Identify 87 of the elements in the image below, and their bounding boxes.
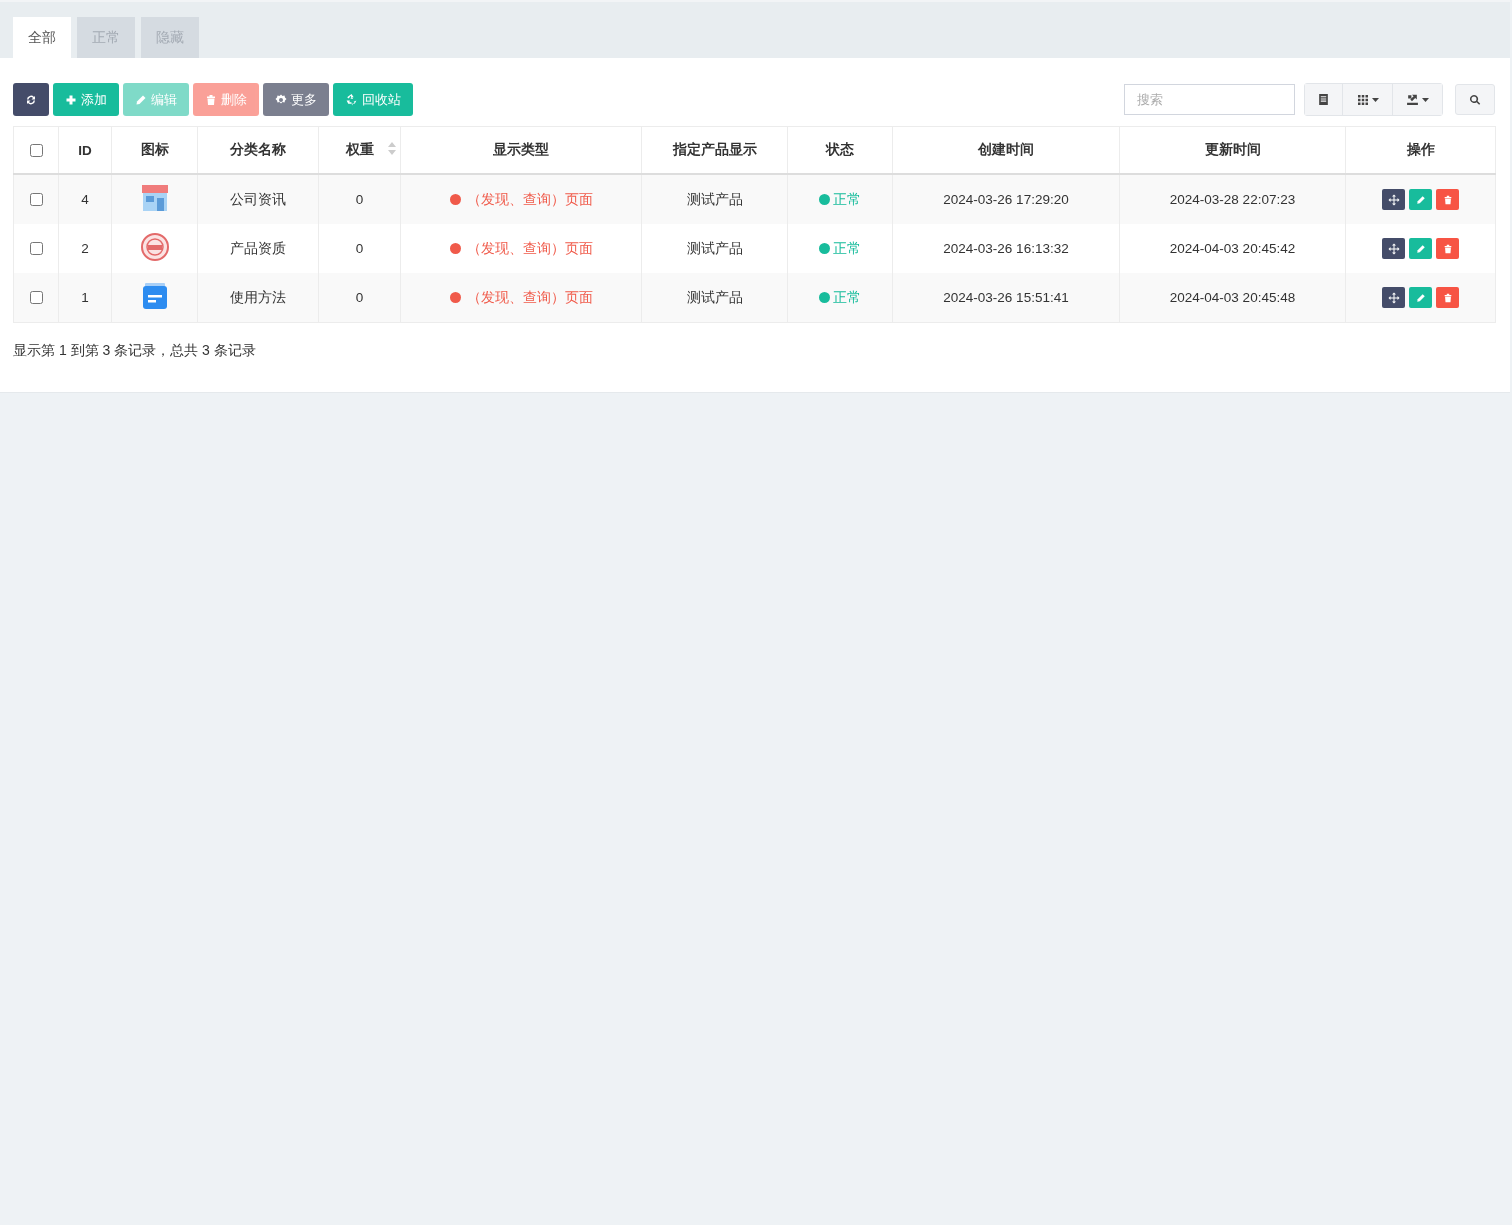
drag-button[interactable] bbox=[1382, 189, 1405, 210]
table-cell: 正常 bbox=[833, 240, 861, 256]
pencil-icon bbox=[1415, 292, 1426, 303]
plus-icon bbox=[65, 93, 77, 106]
column-header[interactable]: 权重 bbox=[345, 142, 374, 157]
status-dot bbox=[449, 291, 461, 303]
table-cell: 正常 bbox=[833, 191, 861, 207]
status-dot bbox=[449, 242, 461, 254]
table-cell: 2024-03-26 17:29:20 bbox=[943, 192, 1069, 207]
column-header: 显示类型 bbox=[493, 142, 549, 157]
pencil-icon bbox=[135, 93, 147, 106]
filter-tab[interactable]: 全部 bbox=[13, 17, 71, 58]
delete-button[interactable] bbox=[1436, 287, 1459, 308]
table-cell: 2024-04-03 20:45:42 bbox=[1169, 241, 1296, 256]
table-cell: 2024-04-03 20:45:48 bbox=[1169, 290, 1296, 305]
column-header: 分类名称 bbox=[230, 142, 286, 157]
move-icon bbox=[1387, 291, 1400, 304]
search-button[interactable] bbox=[1455, 84, 1495, 115]
table-cell: 0 bbox=[355, 290, 364, 305]
stamp-icon bbox=[139, 232, 170, 262]
table-cell: 2 bbox=[81, 241, 89, 256]
table-cell: 测试产品 bbox=[686, 240, 743, 256]
refresh-icon bbox=[25, 93, 37, 106]
edit-button[interactable] bbox=[1409, 238, 1432, 259]
trash-icon bbox=[205, 93, 217, 106]
search-field[interactable]: 搜索 bbox=[1124, 84, 1295, 115]
column-header: 操作 bbox=[1406, 142, 1435, 157]
table-cell: 产品资质 bbox=[230, 240, 286, 256]
status-dot bbox=[819, 291, 830, 303]
list-icon bbox=[1317, 93, 1330, 106]
column-header: 创建时间 bbox=[978, 142, 1034, 157]
more-button[interactable]: 更多 bbox=[263, 83, 329, 116]
table-cell: 测试产品 bbox=[686, 191, 743, 207]
caret-icon bbox=[1422, 97, 1429, 102]
column-header: 更新时间 bbox=[1204, 142, 1261, 157]
table-cell: 1 bbox=[81, 290, 89, 305]
table-cell: （发现、查询）页面 bbox=[466, 240, 593, 256]
select-all-checkbox[interactable] bbox=[30, 143, 43, 157]
trash-icon bbox=[1442, 194, 1453, 205]
card-view-button[interactable] bbox=[1305, 84, 1342, 115]
export-button[interactable] bbox=[1392, 84, 1442, 115]
table-cell: 0 bbox=[355, 192, 364, 207]
columns-button[interactable] bbox=[1342, 84, 1392, 115]
shop-icon bbox=[139, 183, 170, 213]
search-icon bbox=[1469, 93, 1481, 106]
trash-icon bbox=[1442, 292, 1453, 303]
table-cell: 2024-03-26 16:13:32 bbox=[943, 241, 1069, 256]
grid-icon bbox=[1356, 93, 1369, 106]
row-checkbox[interactable] bbox=[30, 291, 43, 304]
table-cell: （发现、查询）页面 bbox=[466, 191, 593, 207]
table-cell: 使用方法 bbox=[230, 289, 286, 305]
gear-icon bbox=[275, 93, 287, 106]
column-header: 指定产品显示 bbox=[672, 142, 757, 157]
edit-button[interactable] bbox=[1409, 189, 1432, 210]
delete-button[interactable] bbox=[1436, 238, 1459, 259]
add-button[interactable]: 添加 bbox=[53, 83, 119, 116]
table-cell: 2024-03-26 15:51:41 bbox=[943, 290, 1069, 305]
status-dot bbox=[819, 242, 830, 254]
table-cell: （发现、查询）页面 bbox=[466, 289, 593, 305]
column-header: 状态 bbox=[826, 142, 854, 157]
trash-icon bbox=[1442, 243, 1453, 254]
pagination-summary: 显示第 1 到第 3 条记录，总共 3 条记录 bbox=[13, 342, 257, 360]
move-icon bbox=[1387, 242, 1400, 255]
drag-button[interactable] bbox=[1382, 287, 1405, 308]
row-checkbox[interactable] bbox=[30, 242, 43, 255]
pencil-icon bbox=[1415, 243, 1426, 254]
caret-icon bbox=[1371, 97, 1379, 102]
row-checkbox[interactable] bbox=[30, 193, 43, 206]
status-dot bbox=[449, 193, 461, 205]
edit-button[interactable] bbox=[1409, 287, 1432, 308]
table-cell: 0 bbox=[355, 241, 364, 256]
recycle-icon bbox=[345, 93, 358, 106]
table-cell: 4 bbox=[81, 192, 89, 207]
table-cell: 测试产品 bbox=[686, 289, 743, 305]
table-cell: 2024-03-28 22:07:23 bbox=[1169, 192, 1296, 207]
column-header: ID bbox=[78, 142, 92, 158]
refresh-button[interactable] bbox=[13, 83, 49, 116]
status-dot bbox=[819, 193, 830, 205]
drag-button[interactable] bbox=[1382, 238, 1405, 259]
pencil-icon bbox=[1415, 194, 1426, 205]
move-icon bbox=[1387, 193, 1400, 206]
recycle-button[interactable]: 回收站 bbox=[333, 83, 413, 116]
table-cell: 正常 bbox=[833, 289, 861, 305]
column-header: 图标 bbox=[140, 142, 169, 157]
delete-button[interactable] bbox=[1436, 189, 1459, 210]
export-icon bbox=[1406, 93, 1419, 106]
table-cell: 公司资讯 bbox=[230, 191, 286, 207]
